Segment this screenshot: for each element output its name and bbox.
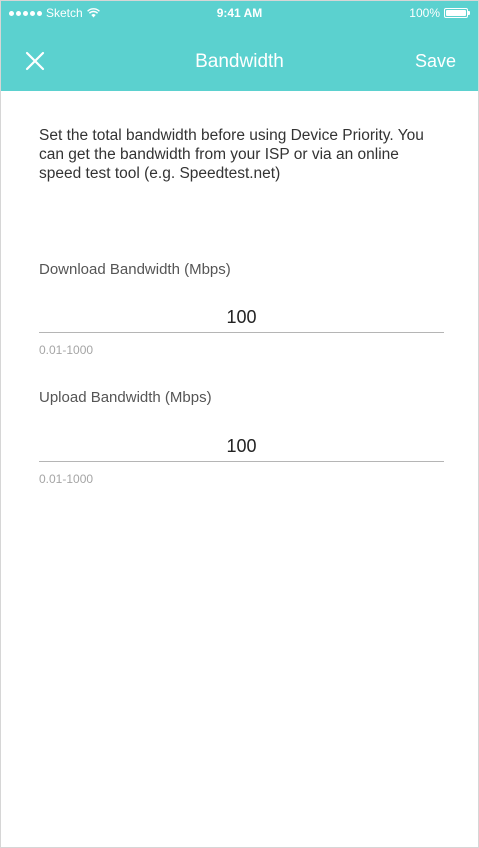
page-title: Bandwidth bbox=[195, 51, 284, 72]
save-button[interactable]: Save bbox=[415, 51, 456, 72]
header: Sketch 9:41 AM 100% Bandwidth Save bbox=[1, 1, 478, 91]
download-bandwidth-hint: 0.01-1000 bbox=[39, 343, 94, 357]
description-text: Set the total bandwidth before using Dev… bbox=[39, 127, 424, 182]
upload-bandwidth-input[interactable] bbox=[39, 432, 444, 462]
nav-bar: Bandwidth Save bbox=[1, 39, 478, 83]
upload-bandwidth-label: Upload Bandwidth (Mbps) bbox=[39, 389, 212, 406]
battery-fill bbox=[446, 10, 466, 16]
status-right: 100% bbox=[409, 6, 470, 20]
status-bar: Sketch 9:41 AM 100% bbox=[1, 1, 478, 25]
upload-bandwidth-hint: 0.01-1000 bbox=[39, 472, 94, 486]
download-bandwidth-input[interactable] bbox=[39, 303, 444, 333]
phone-screen: Sketch 9:41 AM 100% Bandwidth Save Set t… bbox=[0, 0, 479, 848]
battery-icon bbox=[444, 8, 470, 18]
content: Set the total bandwidth before using Dev… bbox=[39, 126, 449, 183]
battery-percent: 100% bbox=[409, 6, 440, 20]
status-time: 9:41 AM bbox=[216, 6, 263, 20]
download-bandwidth-label: Download Bandwidth (Mbps) bbox=[39, 261, 231, 278]
